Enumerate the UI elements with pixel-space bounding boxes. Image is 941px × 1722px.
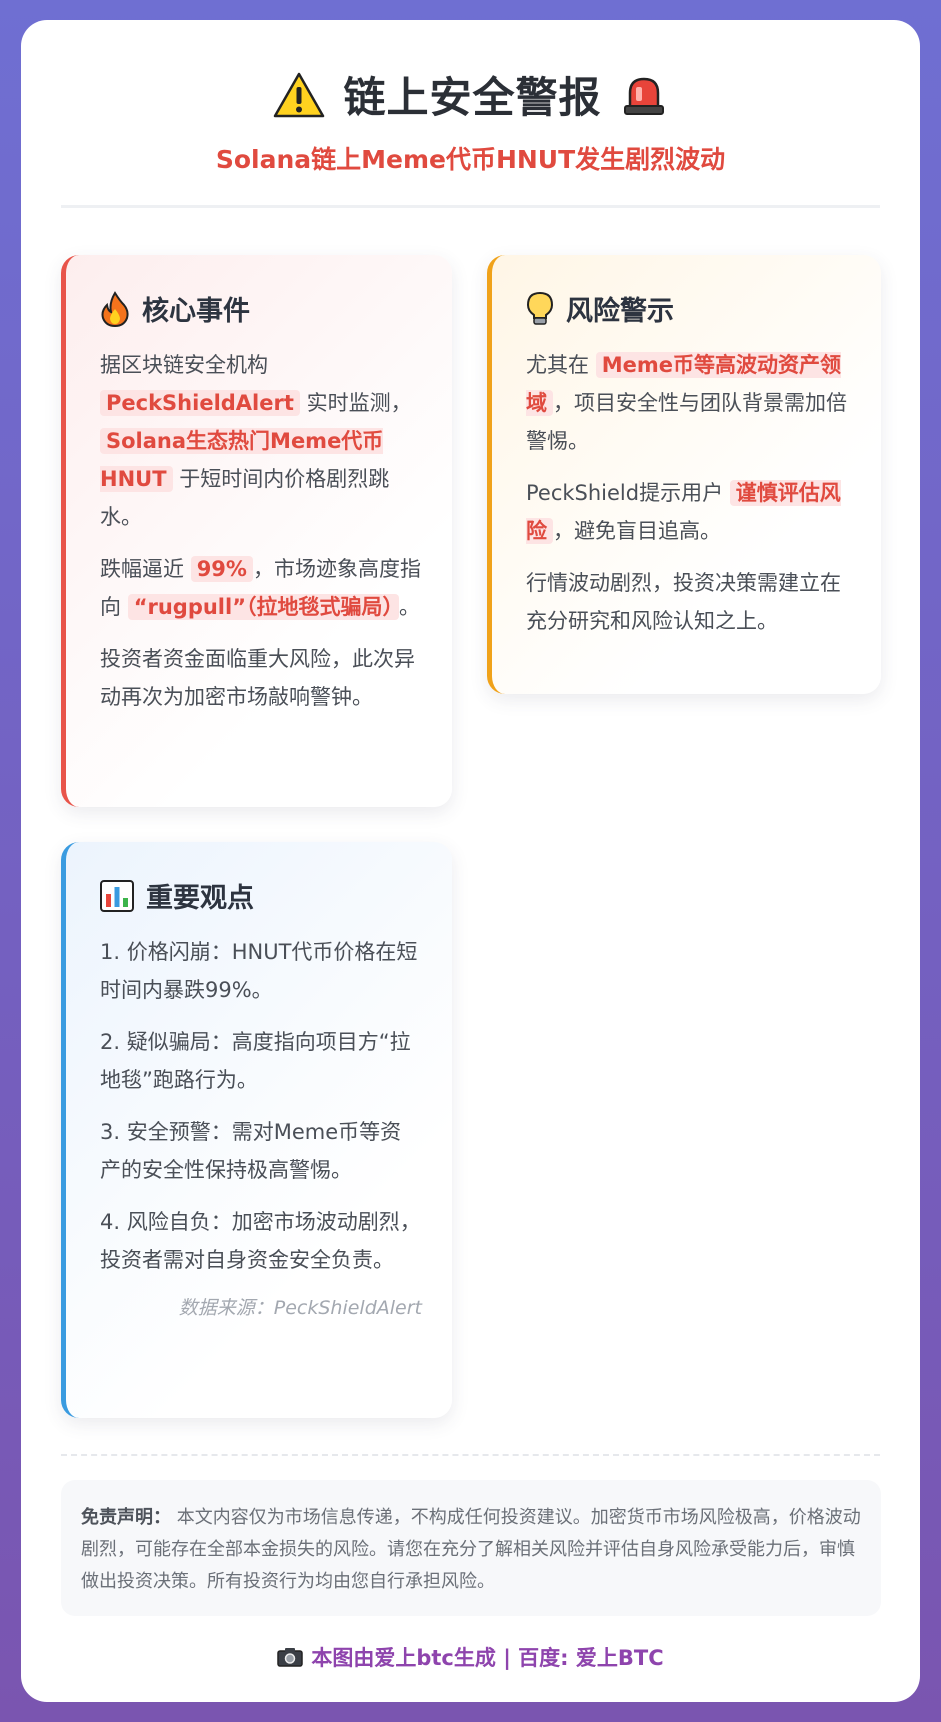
warning-icon	[273, 71, 325, 119]
view-item-2: 2. 疑似骗局：高度指向项目方“拉地毯”跑路行为。	[100, 1030, 411, 1092]
alert-card: 链上安全警报 Solana链上Meme代币HNUT发生剧烈波动 核心事件 据区块…	[21, 20, 920, 1702]
footer-credit: 本图由爱上btc生成 | 百度: 爱上BTC	[21, 1642, 920, 1672]
disclaimer-box: 免责声明： 本文内容仅为市场信息传递，不构成任何投资建议。加密货币市场风险极高，…	[61, 1480, 881, 1616]
core-p1-highlight-source: PeckShieldAlert	[100, 390, 300, 416]
risk-paragraph-1: 尤其在 Meme币等高波动资产领域 ，项目安全性与团队背景需加倍警惕。	[526, 346, 851, 460]
camera-icon	[277, 1647, 304, 1667]
fire-icon	[100, 290, 130, 327]
risk-p2-text-a: PeckShield提示用户	[526, 481, 724, 505]
core-event-panel: 核心事件 据区块链安全机构 PeckShieldAlert 实时监测， Sola…	[61, 255, 452, 807]
key-views-title: 重要观点	[146, 883, 254, 914]
disclaimer-text: 本文内容仅为市场信息传递，不构成任何投资建议。加密货币市场风险极高，价格波动剧烈…	[81, 1507, 861, 1592]
risk-warning-panel: 风险警示 尤其在 Meme币等高波动资产领域 ，项目安全性与团队背景需加倍警惕。 …	[487, 255, 881, 694]
risk-warning-header: 风险警示	[526, 289, 851, 328]
data-source-note: 数据来源：PeckShieldAlert	[178, 1297, 422, 1319]
view-item-1: 1. 价格闪崩：HNUT代币价格在短时间内暴跌99%。	[100, 940, 418, 1002]
siren-icon	[620, 73, 668, 117]
core-p2-text-a: 跌幅逼近	[100, 557, 184, 581]
risk-p1-text-b: ，项目安全性与团队背景需加倍警惕。	[526, 391, 847, 453]
lightbulb-icon	[526, 291, 554, 327]
dashed-divider	[61, 1454, 880, 1456]
title-row: 链上安全警报	[21, 64, 920, 125]
bar-chart-icon	[100, 879, 134, 912]
core-p2-highlight-percent: 99%	[190, 556, 253, 582]
core-paragraph-1: 据区块链安全机构 PeckShieldAlert 实时监测， Solana生态热…	[100, 346, 422, 536]
risk-p1-text-a: 尤其在	[526, 353, 589, 377]
risk-warning-title: 风险警示	[566, 296, 674, 327]
header-divider	[61, 205, 880, 208]
core-event-title: 核心事件	[142, 296, 250, 327]
risk-paragraph-2: PeckShield提示用户 谨慎评估风险 ，避免盲目追高。	[526, 474, 851, 550]
core-p2-highlight-rugpull: “rugpull”（拉地毯式骗局）	[127, 594, 400, 620]
page-title: 链上安全警报	[343, 73, 602, 122]
core-p1-text-a: 据区块链安全机构	[100, 353, 268, 377]
view-item-3: 3. 安全预警：需对Meme币等资产的安全性保持极高警惕。	[100, 1120, 402, 1182]
core-p2-text-c: 。	[399, 595, 421, 619]
core-paragraph-2: 跌幅逼近 99% ，市场迹象高度指向 “rugpull”（拉地毯式骗局）。	[100, 550, 422, 626]
risk-paragraph-3: 行情波动剧烈，投资决策需建立在充分研究和风险认知之上。	[526, 571, 841, 633]
risk-p2-text-b: ，避免盲目追高。	[553, 519, 721, 543]
footer-text: 本图由爱上btc生成 | 百度: 爱上BTC	[311, 1646, 664, 1670]
view-item-4: 4. 风险自负：加密市场波动剧烈，投资者需对自身资金安全负责。	[100, 1210, 421, 1272]
core-paragraph-3: 投资者资金面临重大风险，此次异动再次为加密市场敲响警钟。	[100, 647, 415, 709]
disclaimer-label: 免责声明：	[81, 1507, 171, 1528]
core-p1-text-b: 实时监测，	[306, 391, 412, 415]
core-event-header: 核心事件	[100, 289, 422, 328]
key-views-header: 重要观点	[100, 876, 422, 915]
page-subtitle: Solana链上Meme代币HNUT发生剧烈波动	[215, 145, 726, 174]
key-views-panel: 重要观点 1. 价格闪崩：HNUT代币价格在短时间内暴跌99%。 2. 疑似骗局…	[61, 842, 452, 1418]
